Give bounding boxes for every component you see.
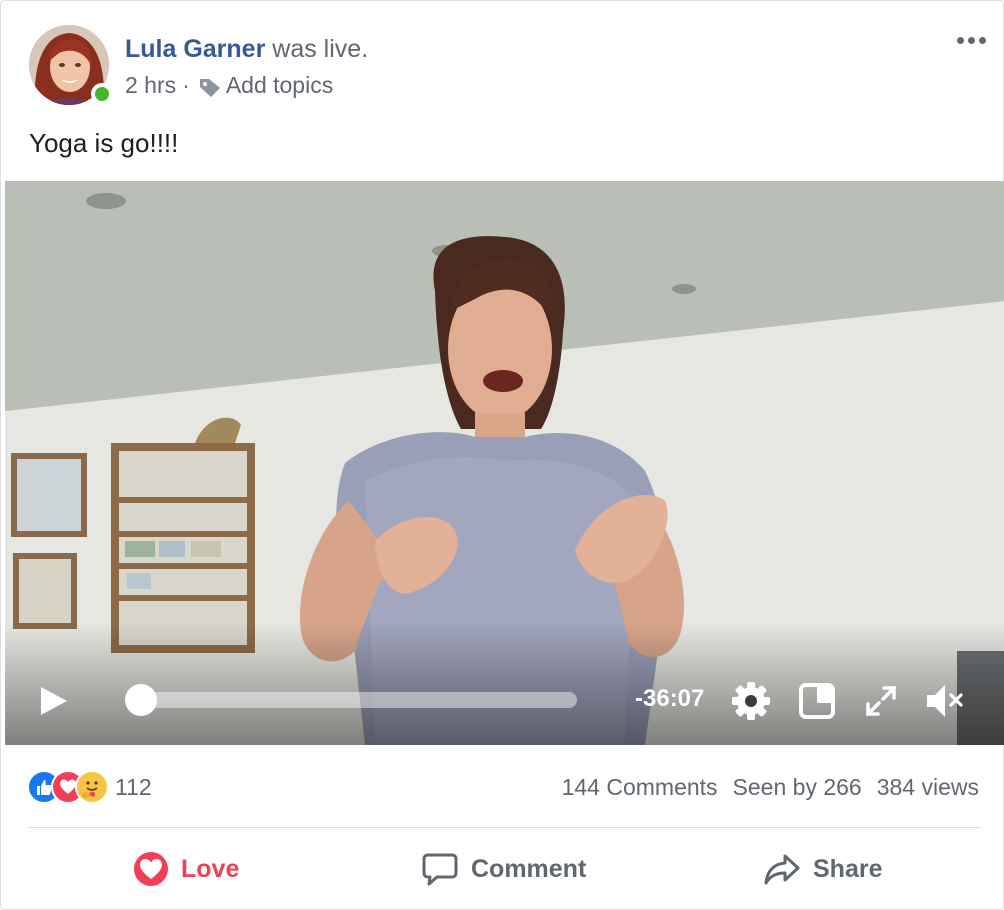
online-status-dot	[91, 83, 113, 105]
comment-bubble-icon	[422, 853, 458, 886]
fullscreen-expand-icon[interactable]	[859, 679, 903, 723]
add-topics-link[interactable]: Add topics	[226, 69, 333, 101]
comments-count-link[interactable]: 144 Comments	[562, 771, 718, 803]
seen-by-count[interactable]: Seen by 266	[733, 771, 862, 803]
video-player[interactable]: -36:07	[5, 181, 1004, 745]
reaction-count: 112	[115, 773, 152, 800]
play-icon[interactable]	[35, 683, 71, 719]
meta-separator: ·	[182, 72, 190, 98]
post-meta: 2 hrs · Add topics	[125, 69, 333, 101]
comment-button[interactable]: Comment	[421, 845, 586, 893]
post-header: Lula Garner was live.	[125, 33, 368, 65]
share-label: Share	[813, 854, 883, 883]
live-status-text: was live.	[272, 35, 369, 63]
muted-speaker-icon[interactable]	[923, 679, 967, 723]
love-label: Love	[181, 854, 240, 883]
post-message: Yoga is go!!!!	[29, 128, 179, 158]
more-options-icon[interactable]	[947, 23, 995, 57]
progress-scrubber-handle[interactable]	[125, 684, 157, 716]
picture-in-picture-icon[interactable]	[795, 679, 839, 723]
time-remaining: -36:07	[635, 685, 705, 712]
video-frame	[5, 181, 1004, 745]
comment-label: Comment	[471, 854, 587, 883]
tag-icon	[198, 74, 224, 97]
love-reaction-icon	[134, 852, 168, 886]
author-name-link[interactable]: Lula Garner	[125, 35, 265, 63]
settings-gear-icon[interactable]	[729, 679, 773, 723]
share-button[interactable]: Share	[763, 845, 882, 893]
care-reaction-icon	[75, 770, 109, 804]
views-count: 384 views	[876, 774, 979, 800]
feed-post: Lula Garner was live. 2 hrs · Add topics…	[0, 0, 1004, 910]
love-button[interactable]: Love	[133, 845, 239, 893]
share-arrow-icon	[764, 854, 800, 885]
post-timestamp[interactable]: 2 hrs	[125, 69, 176, 101]
reaction-summary[interactable]: 112	[27, 769, 152, 805]
video-progress-bar[interactable]	[141, 692, 577, 708]
engagement-stats: 144 Comments Seen by 266 384 views	[562, 771, 979, 803]
divider	[29, 827, 981, 828]
